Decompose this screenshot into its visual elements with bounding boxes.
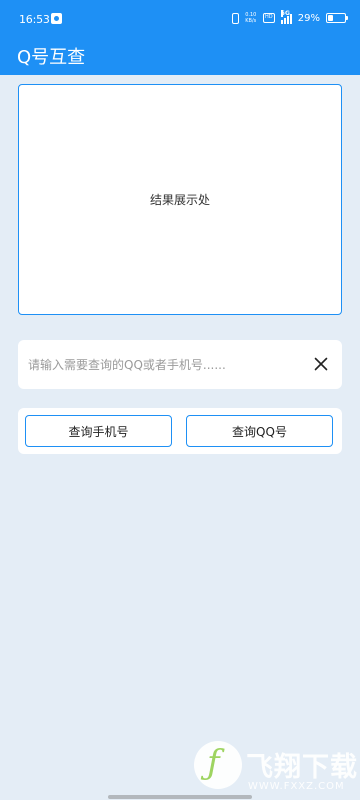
status-bar: 16:53 0.10 KB/s HD 5G 29% xyxy=(0,0,360,38)
action-card: 查询手机号 查询QQ号 xyxy=(18,408,342,454)
clear-button[interactable] xyxy=(308,351,334,377)
network-speed: 0.10 KB/s xyxy=(245,12,257,24)
watermark-text: 飞翔下载 xyxy=(246,752,358,783)
battery-percent: 29% xyxy=(297,12,320,24)
status-icons: 0.10 KB/s HD 5G 29% xyxy=(231,9,348,25)
search-input[interactable] xyxy=(28,348,298,381)
hd-icon: HD xyxy=(262,13,275,23)
notification-icon xyxy=(51,13,62,24)
close-icon xyxy=(314,357,328,371)
watermark-url: WWW.FXXZ.COM xyxy=(248,781,345,792)
signal-icon: 5G xyxy=(280,9,292,24)
status-time: 16:53 xyxy=(19,13,50,26)
search-card xyxy=(18,340,342,389)
app-bar: 16:53 0.10 KB/s HD 5G 29% Q号互查 xyxy=(0,0,360,75)
battery-icon xyxy=(326,13,348,23)
network-type: 5G xyxy=(280,9,290,17)
query-qq-button[interactable]: 查询QQ号 xyxy=(186,415,333,447)
watermark-logo-icon xyxy=(194,741,242,789)
watermark: 飞翔下载 WWW.FXXZ.COM xyxy=(190,741,360,800)
home-indicator[interactable] xyxy=(108,795,252,799)
vibrate-icon xyxy=(231,12,239,24)
result-display: 结果展示处 xyxy=(18,84,342,315)
result-placeholder: 结果展示处 xyxy=(149,193,210,207)
query-phone-button[interactable]: 查询手机号 xyxy=(25,415,172,447)
page-title: Q号互查 xyxy=(17,47,86,68)
